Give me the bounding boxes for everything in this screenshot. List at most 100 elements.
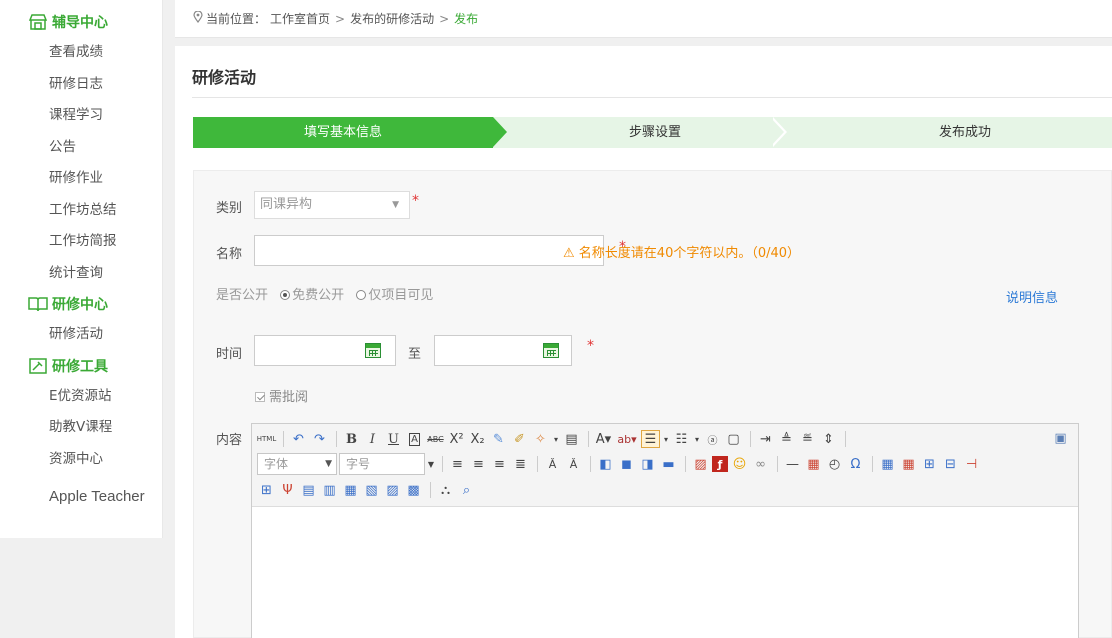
paragraph-spacing-bottom-icon[interactable]: ≝ xyxy=(798,430,817,448)
sidebar-item-workshop-brief[interactable]: 工作坊简报 xyxy=(0,226,162,258)
calendar-icon[interactable] xyxy=(365,343,381,358)
font-color-icon[interactable]: A▾ xyxy=(594,430,613,448)
redo-icon[interactable]: ↷ xyxy=(310,430,329,448)
end-time-input[interactable] xyxy=(434,335,572,366)
chevron-down-icon: ▼ xyxy=(392,200,399,210)
delete-row-icon[interactable]: ⊣ xyxy=(962,455,981,473)
italic-icon[interactable]: I xyxy=(363,430,382,448)
sidebar-item-training-log[interactable]: 研修日志 xyxy=(0,69,162,101)
search-replace-icon[interactable]: ⛬ xyxy=(436,481,455,499)
need-review-checkbox[interactable] xyxy=(255,392,265,402)
insert-image-icon[interactable]: ▨ xyxy=(691,455,710,473)
html-source-icon[interactable]: HTML xyxy=(257,430,276,448)
special-char-icon[interactable]: Ω xyxy=(846,455,865,473)
superscript-icon[interactable]: X² xyxy=(447,430,466,448)
undo-icon[interactable]: ↶ xyxy=(289,430,308,448)
merge-cells-icon[interactable]: ▤ xyxy=(299,481,318,499)
description-link[interactable]: 说明信息 xyxy=(1006,287,1058,306)
radio-project-only-label[interactable]: 仅项目可见 xyxy=(368,288,433,303)
insert-row-icon[interactable]: ⊟ xyxy=(941,455,960,473)
need-review-label[interactable]: 需批阅 xyxy=(269,390,308,405)
align-justify-icon[interactable]: ≣ xyxy=(511,455,530,473)
align-right-icon[interactable]: ≡ xyxy=(490,455,509,473)
fullscreen-icon[interactable]: ▣ xyxy=(1051,429,1070,447)
chevron-down-icon[interactable]: ▾ xyxy=(552,430,560,448)
sidebar-item-announcement[interactable]: 公告 xyxy=(0,132,162,164)
delete-column-icon[interactable]: Ψ xyxy=(278,481,297,499)
sidebar-item-view-grades[interactable]: 查看成绩 xyxy=(0,37,162,69)
split-cols-icon[interactable]: ▩ xyxy=(404,481,423,499)
image-center-icon[interactable]: ▬ xyxy=(659,455,678,473)
paste-text-icon[interactable]: ▤ xyxy=(562,430,581,448)
radio-free-public-label[interactable]: 免费公开 xyxy=(292,288,344,303)
format-brush-icon[interactable]: ✐ xyxy=(510,430,529,448)
auto-format-icon[interactable]: ✧ xyxy=(531,430,550,448)
sidebar-item-apple-teacher[interactable]: Apple Teacher xyxy=(0,481,162,513)
split-cells-icon[interactable]: ▧ xyxy=(362,481,381,499)
link-icon[interactable]: ∞ xyxy=(751,455,770,473)
content-label: 内容 xyxy=(216,433,243,448)
radio-project-only[interactable] xyxy=(356,290,367,300)
sidebar-item-tutor-v-course[interactable]: 助教V课程 xyxy=(0,412,162,444)
ltr-icon[interactable]: Ǎ xyxy=(543,455,562,473)
sidebar-item-statistics[interactable]: 统计查询 xyxy=(0,258,162,290)
chevron-down-icon[interactable]: ▼ xyxy=(427,455,435,473)
bold-icon[interactable]: B xyxy=(342,430,361,448)
category-select[interactable]: 同课异构 ▼ xyxy=(254,191,410,219)
sidebar-item-homework[interactable]: 研修作业 xyxy=(0,163,162,195)
sidebar-item-training-activity[interactable]: 研修活动 xyxy=(0,319,162,351)
breadcrumb-home[interactable]: 工作室首页 xyxy=(270,10,330,27)
split-rows-icon[interactable]: ▨ xyxy=(383,481,402,499)
merge-down-icon[interactable]: ▦ xyxy=(341,481,360,499)
name-input[interactable] xyxy=(254,235,604,266)
image-right-icon[interactable]: ◨ xyxy=(638,455,657,473)
indent-icon[interactable]: ⇥ xyxy=(756,430,775,448)
insert-paragraph-before-table-icon[interactable]: ⊞ xyxy=(920,455,939,473)
anchor-icon[interactable]: ⓐ xyxy=(703,430,722,448)
calendar-icon[interactable] xyxy=(543,343,559,358)
font-border-icon[interactable]: A xyxy=(405,430,424,448)
subscript-icon[interactable]: X₂ xyxy=(468,430,487,448)
chevron-down-icon[interactable]: ▾ xyxy=(693,430,701,448)
horizontal-rule-icon[interactable]: — xyxy=(783,455,802,473)
step-basic-info: 填写基本信息 xyxy=(193,117,507,148)
flash-icon[interactable]: ƒ xyxy=(712,456,728,472)
sidebar-item-workshop-summary[interactable]: 工作坊总结 xyxy=(0,195,162,227)
image-none-icon[interactable]: ◼ xyxy=(617,455,636,473)
page-icon[interactable]: ▢ xyxy=(724,430,743,448)
underline-icon[interactable]: U xyxy=(384,430,403,448)
insert-column-icon[interactable]: ⊞ xyxy=(257,481,276,499)
start-time-input[interactable] xyxy=(254,335,396,366)
radio-free-public[interactable] xyxy=(280,290,291,300)
insert-table-icon[interactable]: ▦ xyxy=(878,455,897,473)
highlight-color-icon[interactable]: ab▾ xyxy=(615,430,639,448)
time-separator: 至 xyxy=(408,347,422,362)
font-size-select[interactable]: 字号 xyxy=(339,453,425,475)
sidebar-item-resource-center[interactable]: 资源中心 xyxy=(0,444,162,476)
time-icon[interactable]: ◴ xyxy=(825,455,844,473)
align-center-icon[interactable]: ≡ xyxy=(469,455,488,473)
editor-content-area[interactable] xyxy=(252,508,1078,638)
emoticon-icon[interactable]: ☺ xyxy=(730,455,749,473)
sidebar-item-course-study[interactable]: 课程学习 xyxy=(0,100,162,132)
image-left-icon[interactable]: ◧ xyxy=(596,455,615,473)
preview-icon[interactable]: ⌕ xyxy=(457,481,476,499)
chevron-down-icon[interactable]: ▾ xyxy=(662,430,670,448)
need-review-row[interactable]: 需批阅 xyxy=(255,386,308,405)
sidebar-item-e-resource[interactable]: E优资源站 xyxy=(0,381,162,413)
date-icon[interactable]: ▦ xyxy=(804,455,823,473)
merge-right-icon[interactable]: ▥ xyxy=(320,481,339,499)
strikethrough-icon[interactable]: ABC xyxy=(426,430,445,448)
unordered-list-icon[interactable]: ☷ xyxy=(672,430,691,448)
sidebar-section-title: 研修工具 xyxy=(52,358,108,375)
rtl-icon[interactable]: Ǎ xyxy=(564,455,583,473)
delete-table-icon[interactable]: ▦ xyxy=(899,455,918,473)
warning-icon: ⚠ xyxy=(563,246,575,261)
paragraph-spacing-top-icon[interactable]: ≜ xyxy=(777,430,796,448)
ordered-list-icon[interactable]: ☰ xyxy=(641,430,660,448)
line-height-icon[interactable]: ⇕ xyxy=(819,430,838,448)
breadcrumb-published-activities[interactable]: 发布的研修活动 xyxy=(350,10,434,27)
eraser-icon[interactable]: ✎ xyxy=(489,430,508,448)
font-family-select[interactable]: 字体 ▼ xyxy=(257,453,337,475)
align-left-icon[interactable]: ≡ xyxy=(448,455,467,473)
